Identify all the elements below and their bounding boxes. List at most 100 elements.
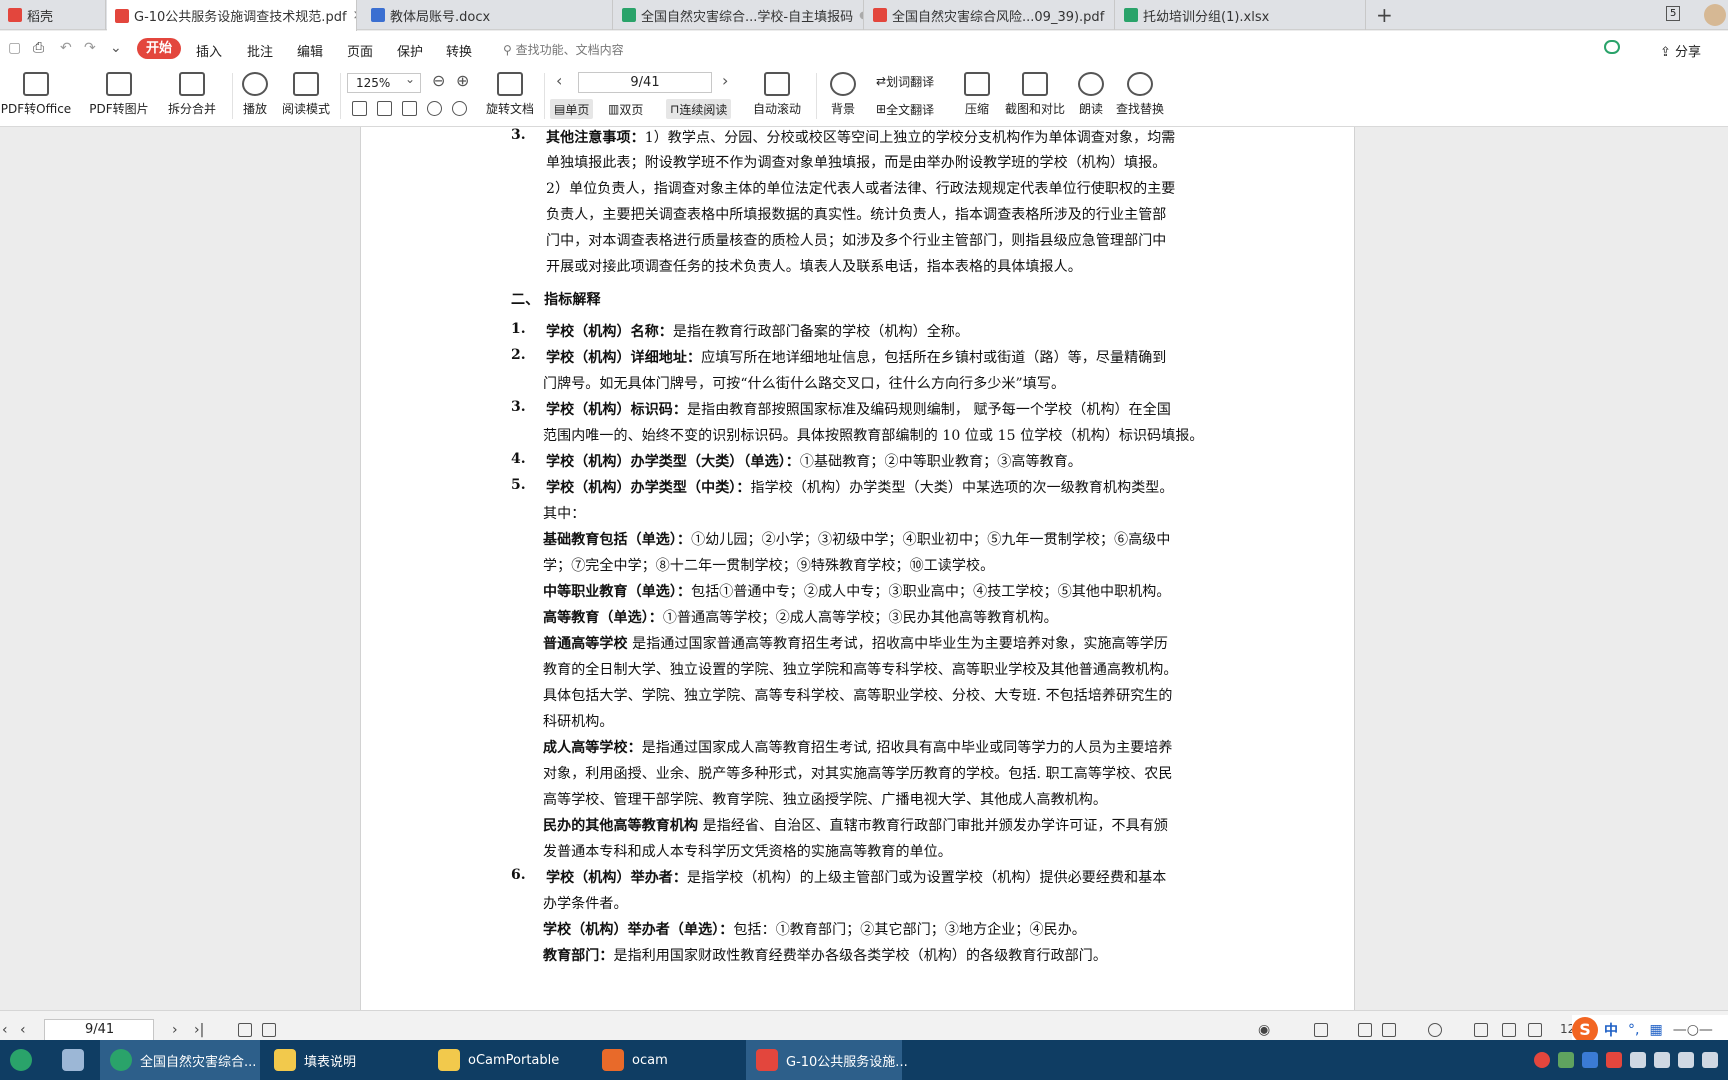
tab-xlsx[interactable]: 托幼培训分组(1).xlsx: [1116, 0, 1366, 30]
zoom-out-icon[interactable]: ⊖: [432, 71, 445, 90]
back-icon[interactable]: [238, 1023, 252, 1037]
status-page-input[interactable]: 9/41: [44, 1019, 154, 1041]
pdf-to-image-button[interactable]: PDF转图片: [88, 65, 150, 117]
tab-count-badge[interactable]: 5: [1666, 6, 1681, 21]
menu-protect[interactable]: 保护: [397, 41, 423, 60]
new-tab-button[interactable]: +: [1376, 3, 1393, 27]
background-button[interactable]: 背景: [826, 65, 860, 117]
taskbar-window[interactable]: 全国自然灾害综合...: [100, 1040, 260, 1080]
document-page[interactable]: 3. 其他注意事项：1）教学点、分园、分校或校区等空间上独立的学校分支机构作为单…: [360, 127, 1355, 1010]
wps-tray-icon[interactable]: [1606, 1052, 1622, 1068]
rotate-doc-button[interactable]: 旋转文档: [484, 65, 536, 117]
search-features[interactable]: ⚲ 查找功能、文档内容: [503, 41, 624, 58]
punct-icon[interactable]: °,: [1628, 1022, 1639, 1038]
ime-grid-icon[interactable]: ▦: [1649, 1022, 1662, 1038]
tab-daoke[interactable]: 稻壳: [0, 0, 106, 30]
pdf-file-icon: [873, 8, 887, 22]
fit-page-icon[interactable]: [1502, 1023, 1516, 1037]
zoom-select[interactable]: 125%: [347, 70, 421, 93]
customize-icon[interactable]: ⌄: [110, 40, 122, 56]
actual-size-icon[interactable]: [1474, 1023, 1488, 1037]
auto-scroll-button[interactable]: 自动滚动: [748, 65, 806, 117]
pdf-to-office-button[interactable]: PDF转Office: [0, 65, 72, 117]
taskbar-window[interactable]: G-10公共服务设施...: [746, 1040, 908, 1080]
zoom-in-icon[interactable]: ⊕: [456, 71, 469, 90]
tab-label: 教体局账号.docx: [390, 9, 491, 25]
full-translate-button[interactable]: ⊞ 全文翻译: [872, 99, 938, 119]
tab-docx[interactable]: 教体局账号.docx: [363, 0, 613, 30]
single-view-icon[interactable]: [1358, 1023, 1372, 1037]
tab-sheet-form[interactable]: 全国自然灾害综合...学校-自主填报码 ●: [614, 0, 864, 30]
avatar[interactable]: [1704, 4, 1726, 26]
menu-start[interactable]: 开始: [137, 38, 181, 59]
single-page-button[interactable]: ▤ 单页: [550, 99, 594, 119]
tab-risk-pdf[interactable]: 全国自然灾害综合风险...09_39).pdf: [865, 0, 1115, 30]
page-number-input[interactable]: 9/41: [578, 72, 712, 93]
double-page-button[interactable]: ▥ 双页: [604, 99, 647, 119]
menu-convert[interactable]: 转换: [446, 41, 472, 60]
tray-app-icon[interactable]: [1582, 1052, 1598, 1068]
double-view-icon[interactable]: [1382, 1023, 1396, 1037]
read-aloud-button[interactable]: 朗读: [1076, 65, 1106, 117]
ime-lang[interactable]: 中: [1604, 1020, 1618, 1040]
first-page-icon[interactable]: ‹: [2, 1022, 8, 1038]
find-replace-button[interactable]: 查找替换: [1114, 65, 1166, 117]
read-mode-button[interactable]: 阅读模式: [280, 65, 332, 117]
compress-button[interactable]: 压缩: [962, 65, 992, 117]
last-page-icon[interactable]: ›|: [194, 1022, 204, 1038]
record-icon[interactable]: [1534, 1052, 1550, 1068]
menu-insert[interactable]: 插入: [196, 41, 222, 60]
auto-scroll-icon: [764, 72, 790, 96]
eye-protect-icon[interactable]: ◉: [1258, 1022, 1270, 1038]
prev-page-icon[interactable]: ‹: [20, 1022, 26, 1038]
play-icon[interactable]: [1428, 1023, 1442, 1037]
menu-page[interactable]: 页面: [347, 41, 373, 60]
notification-icon[interactable]: [1702, 1052, 1718, 1068]
doc-line: 发普通本专科和成人本专科学历文凭资格的实施高等教育的单位。: [543, 844, 952, 860]
screenshot-compare-button[interactable]: 截图和对比: [1004, 65, 1066, 117]
taskbar-window[interactable]: 填表说明: [264, 1040, 424, 1080]
save-icon[interactable]: ▢: [8, 40, 21, 56]
cloud-sync-icon[interactable]: [1604, 40, 1620, 54]
prev-page-icon[interactable]: ‹: [556, 71, 562, 90]
next-page-icon[interactable]: ›: [172, 1022, 178, 1038]
split-merge-button[interactable]: 拆分合并: [162, 65, 222, 117]
divider: [544, 73, 545, 119]
doc-line: 学校（机构）标识码：是指由教育部按照国家标准及编码规则编制， 赋予每一个学校（机…: [546, 402, 1171, 418]
fit-width-icon[interactable]: [402, 101, 417, 116]
close-tab-icon[interactable]: ×: [353, 8, 356, 23]
undo-icon[interactable]: ↶: [60, 40, 72, 56]
start-menu-button[interactable]: [0, 1040, 50, 1080]
taskbar-window[interactable]: oCamPortable: [428, 1040, 588, 1080]
taskbar-window[interactable]: ocam: [592, 1040, 742, 1080]
word-translate-button[interactable]: ⇄ 划词翻译: [872, 71, 938, 91]
network-icon[interactable]: [1654, 1052, 1670, 1068]
volume-icon[interactable]: [1678, 1052, 1694, 1068]
tab-g10-pdf[interactable]: G-10公共服务设施调查技术规范.pdf ×: [107, 0, 357, 31]
menu-edit[interactable]: 编辑: [297, 41, 323, 60]
doc-line: 单独填报此表；附设教学班不作为调查对象单独填报，而是由举办附设教学班的学校（机构…: [546, 155, 1167, 171]
continuous-read-button[interactable]: ⊓ 连续阅读: [666, 99, 732, 119]
taskbar-app[interactable]: [52, 1040, 98, 1080]
list-number: 1.: [511, 321, 526, 337]
rotate-left-icon[interactable]: [427, 101, 442, 116]
usb-icon[interactable]: [1630, 1052, 1646, 1068]
tray-app-icon[interactable]: [1558, 1052, 1574, 1068]
play-button[interactable]: 播放: [240, 65, 270, 117]
fit-page-icon[interactable]: [377, 101, 392, 116]
zoom-slider[interactable]: —○—: [1673, 1022, 1713, 1038]
fit-width-icon[interactable]: [1528, 1023, 1542, 1037]
share-button[interactable]: ⇪ 分享: [1660, 41, 1701, 60]
continuous-view-icon[interactable]: [1314, 1023, 1328, 1037]
tab-bar: 稻壳 G-10公共服务设施调查技术规范.pdf × 教体局账号.docx 全国自…: [0, 0, 1728, 31]
next-page-icon[interactable]: ›: [722, 71, 728, 90]
redo-icon[interactable]: ↷: [84, 40, 96, 56]
print-icon[interactable]: ⎙: [33, 40, 44, 56]
forward-icon[interactable]: [262, 1023, 276, 1037]
rotate-right-icon[interactable]: [452, 101, 467, 116]
doc-line: 办学条件者。: [543, 896, 628, 912]
pdf-file-icon: [115, 8, 129, 23]
actual-size-icon[interactable]: [352, 101, 367, 116]
single-page-icon: ▤: [554, 102, 566, 116]
menu-annotate[interactable]: 批注: [247, 41, 273, 60]
